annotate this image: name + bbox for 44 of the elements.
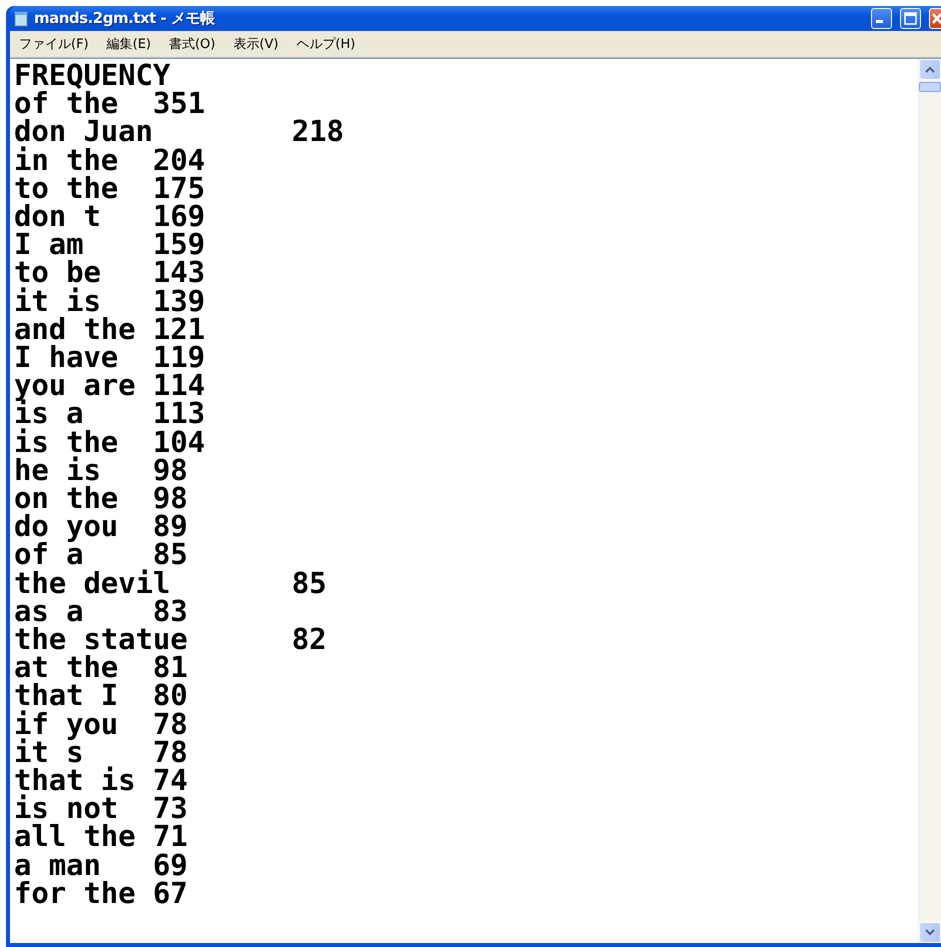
text-line: is the 104 (14, 428, 206, 456)
text-line: for the 67 (14, 878, 189, 908)
text-line: is a 113 (14, 399, 206, 428)
text-line: FREQUENCY (14, 61, 170, 90)
text-line: he is 98 (14, 456, 189, 484)
menu-item[interactable]: 書式(O) (164, 33, 220, 55)
menu-item[interactable]: 編集(E) (102, 33, 156, 55)
text-line: the devil 85 (14, 568, 328, 597)
text-line: don t 169 (14, 202, 206, 230)
text-line: don Juan 218 (14, 117, 345, 146)
text-line: I have 119 (14, 343, 206, 372)
text-line: you are 114 (14, 371, 206, 400)
notepad-icon (14, 10, 28, 26)
text-line: that I 80 (14, 681, 189, 710)
text-line: to the 175 (14, 174, 206, 202)
text-line: is not 73 (14, 794, 189, 822)
minimize-button[interactable] (871, 8, 892, 29)
menu-item[interactable]: 表示(V) (228, 33, 284, 55)
minimize-icon (876, 20, 883, 23)
text-line: that is 74 (14, 766, 189, 794)
caret-down-icon (925, 929, 935, 936)
text-line: I am 159 (14, 230, 206, 258)
text-line: the statue 82 (14, 625, 328, 654)
text-line: it is 139 (14, 286, 206, 315)
text-line: all the 71 (14, 822, 189, 851)
scroll-up-button[interactable] (919, 59, 941, 80)
maximize-button[interactable] (900, 8, 921, 29)
text-line: as a 83 (14, 596, 189, 626)
text-line: on the 98 (14, 484, 189, 512)
text-line: in the 204 (14, 146, 206, 174)
text-line: to be 143 (14, 258, 206, 287)
menu-item[interactable]: ファイル(F) (14, 33, 94, 55)
close-button[interactable] (929, 8, 941, 29)
scroll-thumb[interactable] (919, 82, 941, 92)
text-line: if you 78 (14, 710, 189, 738)
scroll-down-button[interactable] (919, 922, 941, 943)
text-line: of the 351 (14, 89, 206, 118)
text-line: and the 121 (14, 314, 206, 344)
menu-item[interactable]: ヘルプ(H) (291, 33, 360, 55)
text-line: do you 89 (14, 512, 189, 540)
caret-up-icon (925, 66, 935, 73)
text-line: at the 81 (14, 653, 189, 682)
text-line: a man 69 (14, 850, 189, 879)
window-title: mands.2gm.txt - メモ帳 (34, 9, 216, 28)
